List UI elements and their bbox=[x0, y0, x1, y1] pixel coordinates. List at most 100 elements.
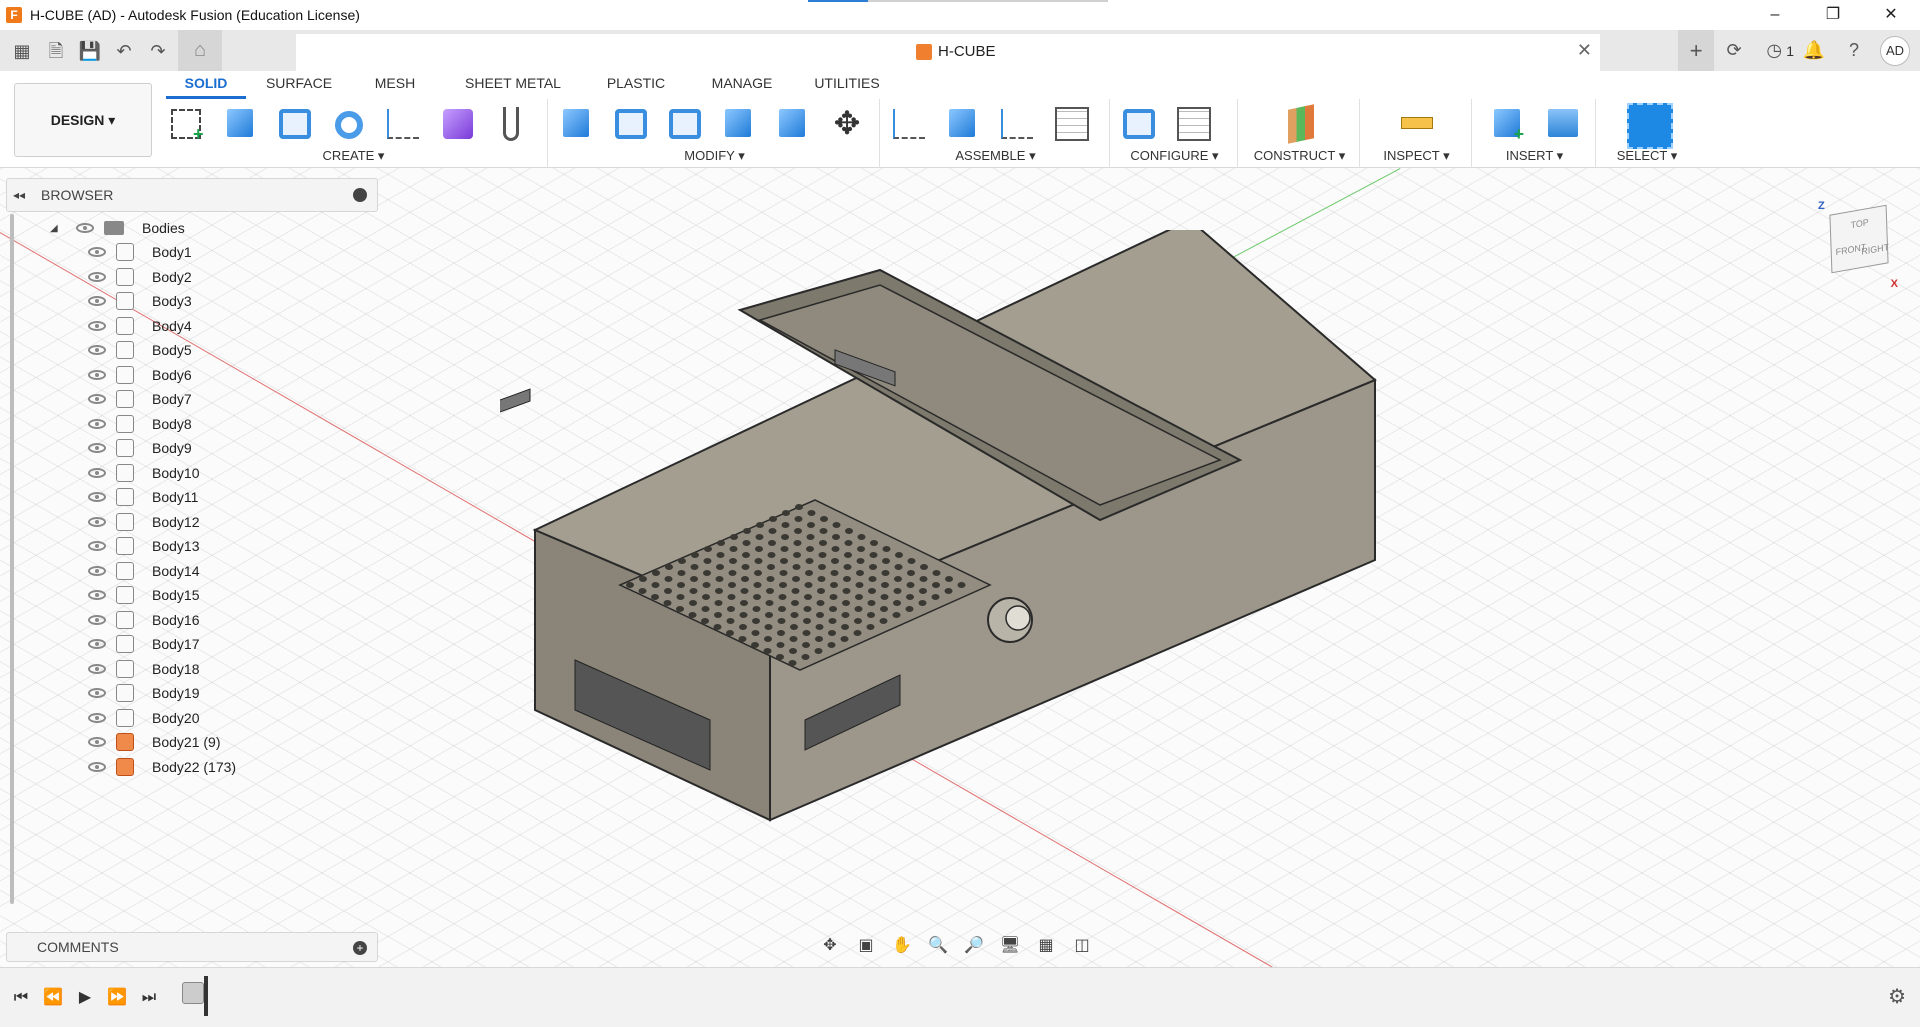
visibility-eye-icon[interactable] bbox=[88, 394, 106, 404]
offset-plane-button[interactable] bbox=[1278, 103, 1322, 144]
visibility-eye-icon[interactable] bbox=[88, 761, 106, 772]
insert-derive-button[interactable]: + bbox=[1486, 103, 1530, 143]
step-forward-icon[interactable]: ⏩ bbox=[102, 983, 132, 1013]
create-form-button[interactable] bbox=[435, 103, 479, 143]
visibility-eye-icon[interactable] bbox=[88, 663, 106, 674]
body-row[interactable]: Body13 bbox=[88, 534, 199, 558]
home-icon[interactable]: ⌂ bbox=[178, 30, 222, 71]
insert-menu[interactable]: INSERT ▾ bbox=[1474, 148, 1595, 164]
derive-button[interactable] bbox=[489, 103, 533, 143]
file-menu-icon[interactable]: 🗎 bbox=[44, 39, 68, 63]
body-row[interactable]: Body1 bbox=[88, 240, 192, 264]
collapse-browser-icon[interactable]: ◂◂ bbox=[13, 188, 35, 202]
extrude-button[interactable] bbox=[219, 103, 263, 143]
joint-origin-button[interactable] bbox=[1049, 103, 1093, 143]
body-row[interactable]: Body6 bbox=[88, 363, 192, 387]
body-row[interactable]: Body19 bbox=[88, 681, 199, 705]
bodies-folder-row[interactable]: ◢ Bodies bbox=[50, 216, 185, 240]
shell-button[interactable] bbox=[717, 103, 761, 143]
body-row[interactable]: Body2 bbox=[88, 265, 192, 289]
new-component-button[interactable] bbox=[887, 103, 931, 143]
visibility-eye-icon[interactable] bbox=[88, 565, 106, 576]
expand-triangle-icon[interactable]: ◢ bbox=[50, 223, 62, 234]
go-to-start-icon[interactable]: ⏮ bbox=[6, 983, 36, 1013]
zoom-icon[interactable]: 🔍 bbox=[923, 934, 953, 958]
visibility-eye-icon[interactable] bbox=[88, 639, 106, 649]
visibility-eye-icon[interactable] bbox=[88, 443, 106, 453]
visibility-eye-icon[interactable] bbox=[88, 541, 106, 551]
visibility-eye-icon[interactable] bbox=[88, 369, 106, 380]
configure-button[interactable] bbox=[1117, 103, 1161, 143]
select-button[interactable] bbox=[1625, 103, 1673, 149]
joint-button[interactable] bbox=[941, 103, 985, 143]
pattern-button[interactable] bbox=[381, 103, 425, 143]
extensions-icon[interactable]: ⟳ bbox=[1714, 40, 1754, 61]
visibility-eye-icon[interactable] bbox=[88, 467, 106, 478]
visibility-eye-icon[interactable] bbox=[88, 296, 106, 306]
visibility-eye-icon[interactable] bbox=[88, 516, 106, 527]
play-icon[interactable]: ▶ bbox=[70, 983, 100, 1013]
visibility-eye-icon[interactable] bbox=[88, 712, 106, 723]
body-row[interactable]: Body8 bbox=[88, 412, 192, 436]
body-row[interactable]: Body5 bbox=[88, 338, 192, 362]
body-row[interactable]: Body12 bbox=[88, 510, 199, 534]
hole-button[interactable] bbox=[327, 103, 371, 143]
fit-zoom-icon[interactable]: 🔎 bbox=[959, 934, 989, 958]
visibility-eye-icon[interactable] bbox=[88, 345, 106, 355]
move-copy-button[interactable]: ✥ bbox=[825, 103, 869, 143]
visibility-eye-icon[interactable] bbox=[88, 688, 106, 698]
notifications-bell-icon[interactable]: 🔔 bbox=[1794, 40, 1834, 61]
visibility-eye-icon[interactable] bbox=[88, 614, 106, 625]
save-icon[interactable]: 💾 bbox=[78, 39, 102, 63]
minimize-browser-icon[interactable] bbox=[353, 188, 367, 202]
body-row[interactable]: Body10 bbox=[88, 461, 199, 485]
add-comment-icon[interactable]: + bbox=[353, 941, 367, 955]
redo-icon[interactable]: ↷ bbox=[146, 39, 170, 63]
canvas-button[interactable] bbox=[1540, 103, 1584, 143]
press-pull-button[interactable] bbox=[555, 103, 599, 143]
combine-button[interactable] bbox=[771, 103, 815, 143]
body-row[interactable]: Body14 bbox=[88, 559, 199, 583]
step-back-icon[interactable]: ⏪ bbox=[38, 983, 68, 1013]
fillet-button[interactable] bbox=[609, 103, 653, 143]
visibility-eye-icon[interactable] bbox=[88, 492, 106, 502]
user-avatar[interactable]: AD bbox=[1880, 35, 1910, 66]
display-settings-icon[interactable]: 🖥 bbox=[995, 934, 1025, 958]
timeline-marker[interactable] bbox=[204, 976, 208, 1016]
construct-menu[interactable]: CONSTRUCT ▾ bbox=[1240, 148, 1359, 164]
look-at-icon[interactable]: ▣ bbox=[851, 934, 881, 958]
body-row[interactable]: Body4 bbox=[88, 314, 192, 338]
body-row[interactable]: Body18 bbox=[88, 657, 199, 681]
restore-button[interactable]: ❐ bbox=[1804, 0, 1862, 30]
assemble-menu[interactable]: ASSEMBLE ▾ bbox=[882, 148, 1109, 164]
visibility-eye-icon[interactable] bbox=[76, 223, 94, 233]
visibility-eye-icon[interactable] bbox=[88, 737, 106, 747]
close-tab-icon[interactable]: ✕ bbox=[1577, 40, 1592, 61]
tab-utilities[interactable]: UTILITIES bbox=[800, 71, 894, 99]
new-tab-plus-icon[interactable]: + bbox=[1678, 30, 1715, 71]
tab-plastic[interactable]: PLASTIC bbox=[588, 71, 684, 99]
visibility-eye-icon[interactable] bbox=[88, 247, 106, 257]
configuration-table-button[interactable] bbox=[1171, 103, 1215, 143]
body-row[interactable]: Body22 (173) bbox=[88, 755, 236, 779]
inspect-menu[interactable]: INSPECT ▾ bbox=[1362, 148, 1471, 164]
undo-icon[interactable]: ↶ bbox=[112, 39, 136, 63]
body-row[interactable]: Body3 bbox=[88, 289, 192, 313]
create-menu[interactable]: CREATE ▾ bbox=[160, 148, 547, 164]
visibility-eye-icon[interactable] bbox=[88, 320, 106, 331]
data-panel-grid-icon[interactable]: ▦ bbox=[10, 39, 34, 63]
close-window-button[interactable]: ✕ bbox=[1862, 0, 1920, 30]
measure-button[interactable] bbox=[1395, 103, 1439, 143]
visibility-eye-icon[interactable] bbox=[88, 271, 106, 282]
orbit-icon[interactable]: ✥ bbox=[815, 934, 845, 958]
revolve-button[interactable] bbox=[273, 103, 317, 143]
go-to-end-icon[interactable]: ⏭ bbox=[134, 983, 164, 1013]
tab-solid[interactable]: SOLID bbox=[166, 71, 246, 99]
body-row[interactable]: Body15 bbox=[88, 583, 199, 607]
pan-hand-icon[interactable]: ✋ bbox=[887, 934, 917, 958]
chamfer-button[interactable] bbox=[663, 103, 707, 143]
as-built-joint-button[interactable] bbox=[995, 103, 1039, 143]
create-sketch-button[interactable]: + bbox=[165, 103, 209, 143]
grid-settings-icon[interactable]: ▦ bbox=[1031, 934, 1061, 958]
body-row[interactable]: Body20 bbox=[88, 706, 199, 730]
